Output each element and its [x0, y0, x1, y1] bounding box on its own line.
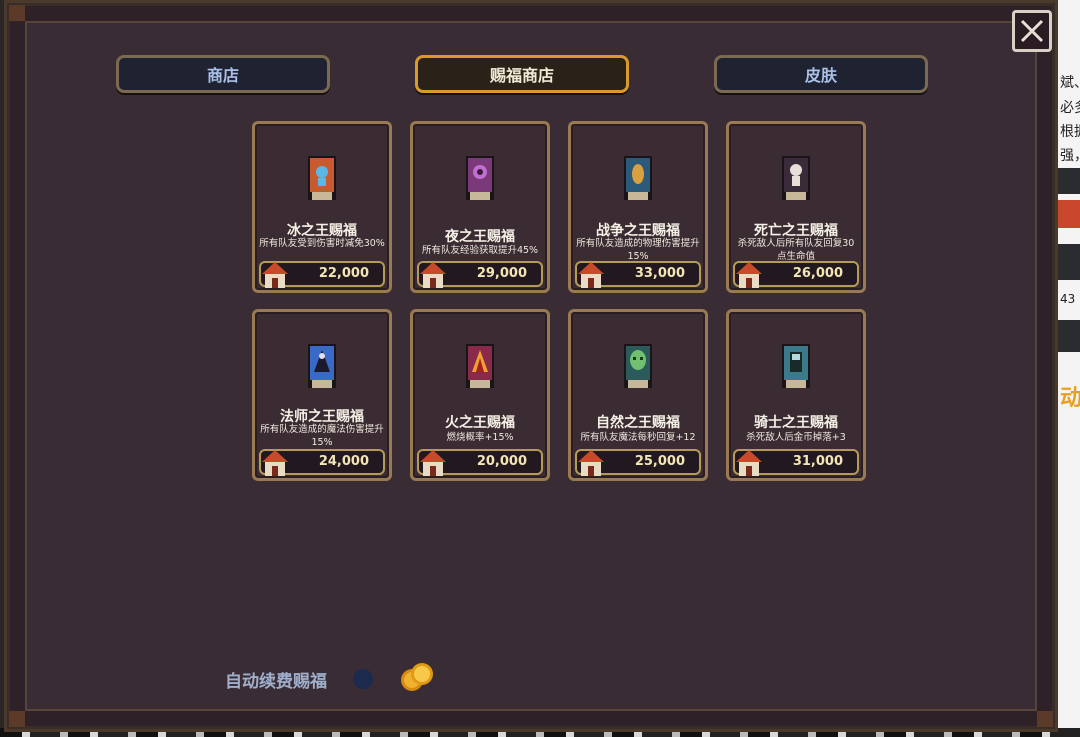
blessing-name: 夜之王赐福 — [445, 229, 515, 245]
background-text: 强， — [1060, 148, 1080, 164]
blessing-card-fire-king[interactable]: 火之王赐福 燃烧概率+15% 20,000 — [410, 309, 550, 481]
blessing-shop-panel: 商店 赐福商店 皮肤 冰之王赐福 所有队友受到伤害时减免30% 22,000 夜… — [4, 0, 1058, 732]
ice-king-banner-icon — [308, 156, 336, 200]
tab-label: 皮肤 — [804, 66, 837, 85]
blessing-card-knight-king[interactable]: 骑士之王赐福 杀死敌人后金币掉落+3 31,000 — [726, 309, 866, 481]
blessing-card-nature-king[interactable]: 自然之王赐福 所有队友魔法每秒回复+12 25,000 — [568, 309, 708, 481]
background-text: 根据 — [1060, 124, 1080, 140]
war-king-banner-icon — [624, 156, 652, 200]
price-value: 25,000 — [634, 454, 685, 469]
background-text: 43 — [1060, 292, 1076, 306]
nature-king-banner-icon — [624, 344, 652, 388]
house-icon — [578, 262, 604, 288]
background-text: 必多 — [1060, 100, 1080, 116]
blessing-description: 所有队友受到伤害时减免30% — [259, 238, 385, 249]
blessing-card-night-king[interactable]: 夜之王赐福 所有队友经验获取提升45% 29,000 — [410, 121, 550, 293]
tab-blessing-shop[interactable]: 赐福商店 — [415, 55, 629, 93]
close-button[interactable] — [1012, 10, 1052, 52]
auto-renew-label: 自动续费赐福 — [225, 672, 327, 692]
knight-king-banner-icon — [782, 344, 810, 388]
tab-label: 商店 — [206, 66, 239, 85]
close-icon — [1020, 19, 1044, 43]
house-icon — [262, 450, 288, 476]
price-value: 33,000 — [634, 266, 685, 281]
blessing-card-war-king[interactable]: 战争之王赐福 所有队友造成的物理伤害提升15% 33,000 — [568, 121, 708, 293]
background-text: 动 — [1060, 386, 1080, 411]
blessing-card-ice-king[interactable]: 冰之王赐福 所有队友受到伤害时减免30% 22,000 — [252, 121, 392, 293]
auto-renew-toggle[interactable] — [353, 669, 373, 689]
price-value: 24,000 — [318, 454, 369, 469]
background-page-strip: 斌、 必多 根据 强， 43 动 — [1058, 0, 1080, 737]
tab-label: 赐福商店 — [489, 66, 554, 85]
background-text: 斌、 — [1060, 75, 1080, 91]
fire-king-banner-icon — [466, 344, 494, 388]
blessing-description: 杀死敌人后金币掉落+3 — [746, 432, 846, 443]
blessing-description: 所有队友魔法每秒回复+12 — [580, 432, 696, 443]
tab-shop[interactable]: 商店 — [116, 55, 330, 93]
house-icon — [736, 262, 762, 288]
gold-coins-icon — [401, 663, 433, 691]
blessing-name: 骑士之王赐福 — [754, 415, 838, 431]
tab-skins[interactable]: 皮肤 — [714, 55, 928, 93]
house-icon — [578, 450, 604, 476]
house-icon — [736, 450, 762, 476]
house-icon — [420, 262, 446, 288]
mage-king-banner-icon — [308, 344, 336, 388]
blessing-card-death-king[interactable]: 死亡之王赐福 杀死敌人后所有队友回复30点生命值 26,000 — [726, 121, 866, 293]
house-icon — [420, 450, 446, 476]
blessing-description: 燃烧概率+15% — [446, 432, 514, 443]
blessing-card-mage-king[interactable]: 法师之王赐福 所有队友造成的魔法伤害提升15% 24,000 — [252, 309, 392, 481]
price-value: 26,000 — [792, 266, 843, 281]
blessing-name: 自然之王赐福 — [596, 415, 680, 431]
price-value: 20,000 — [476, 454, 527, 469]
death-king-banner-icon — [782, 156, 810, 200]
price-value: 31,000 — [792, 454, 843, 469]
price-value: 22,000 — [318, 266, 369, 281]
blessing-name: 火之王赐福 — [445, 415, 515, 431]
price-value: 29,000 — [476, 266, 527, 281]
night-king-banner-icon — [466, 156, 494, 200]
house-icon — [262, 262, 288, 288]
blessing-description: 所有队友造成的魔法伤害提升15% — [260, 424, 384, 448]
blessing-description: 所有队友经验获取提升45% — [421, 245, 539, 256]
